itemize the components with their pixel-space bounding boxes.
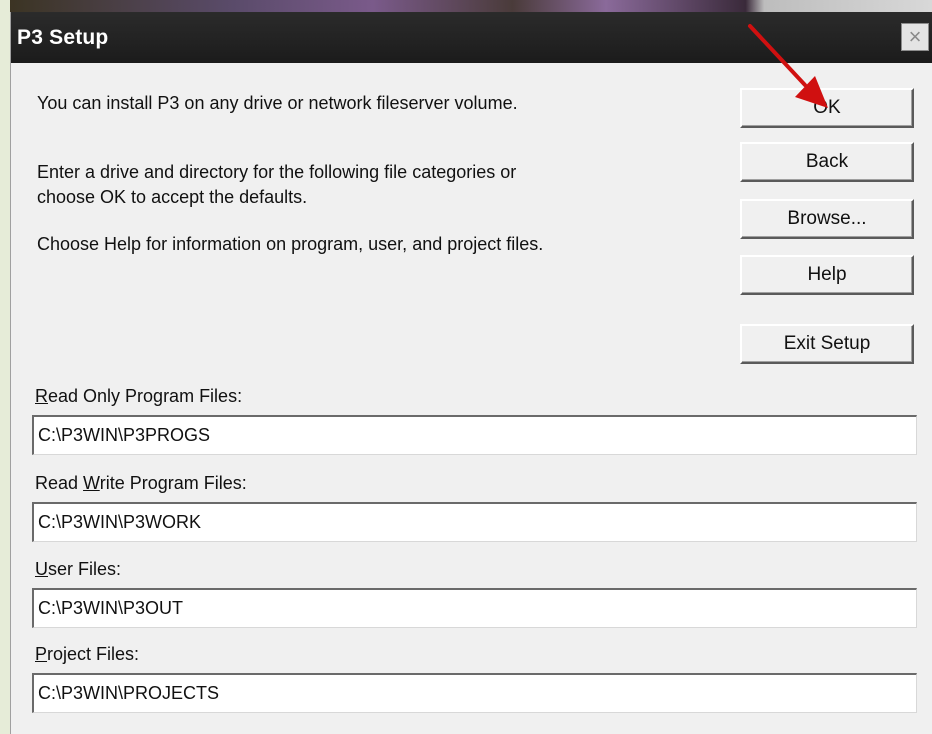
intro-text-4: Choose Help for information on program, … xyxy=(37,234,544,254)
back-button[interactable]: Back xyxy=(740,142,914,182)
read-only-program-files-input[interactable] xyxy=(32,415,917,455)
background-strip xyxy=(0,0,932,12)
read-write-program-files-input[interactable] xyxy=(32,502,917,542)
help-button[interactable]: Help xyxy=(740,255,914,295)
window-title: P3 Setup xyxy=(17,26,109,49)
label-text: ser Files: xyxy=(48,559,122,579)
label-text: ead Only Program Files: xyxy=(48,386,243,406)
mnemonic: W xyxy=(83,473,100,493)
project-files-label: Project Files: xyxy=(35,644,139,665)
browse-button[interactable]: Browse... xyxy=(740,199,914,239)
close-icon[interactable]: × xyxy=(901,23,929,51)
mnemonic: U xyxy=(35,559,48,579)
ok-button[interactable]: OK xyxy=(740,88,914,128)
mnemonic: P xyxy=(35,644,48,664)
intro-text-2: Enter a drive and directory for the foll… xyxy=(37,162,517,182)
label-text: roject Files: xyxy=(47,644,140,664)
mnemonic: R xyxy=(35,386,48,406)
label-text: rite Program Files: xyxy=(99,473,247,493)
user-files-label: User Files: xyxy=(35,559,121,580)
background-edge xyxy=(0,0,10,734)
read-only-label: Read Only Program Files: xyxy=(35,386,242,407)
exit-setup-button[interactable]: Exit Setup xyxy=(740,324,914,364)
project-files-input[interactable] xyxy=(32,673,917,713)
intro-text-3: choose OK to accept the defaults. xyxy=(37,187,308,207)
intro-text-1: You can install P3 on any drive or netwo… xyxy=(37,93,518,113)
read-write-label: Read Write Program Files: xyxy=(35,473,247,494)
user-files-input[interactable] xyxy=(32,588,917,628)
setup-dialog: P3 Setup × You can install P3 on any dri… xyxy=(10,12,932,734)
title-bar: P3 Setup × xyxy=(11,12,932,63)
label-text: Read xyxy=(35,473,84,493)
